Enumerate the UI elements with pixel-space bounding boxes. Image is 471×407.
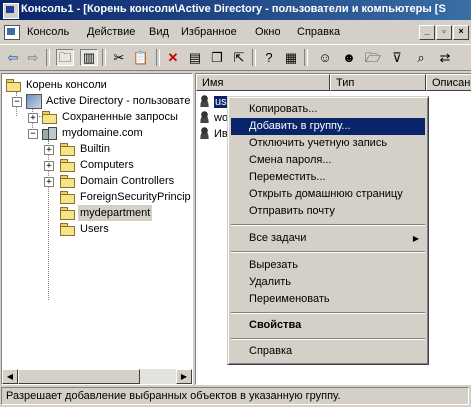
scroll-thumb[interactable] <box>18 369 140 384</box>
copy-icon[interactable]: ❐ <box>208 49 226 66</box>
console-tree-icon[interactable]: ▦ <box>282 49 300 66</box>
expand-icon[interactable]: + <box>28 113 38 123</box>
list-item[interactable]: Ив <box>198 126 228 142</box>
folder-icon <box>60 143 75 156</box>
ou-folder-icon <box>60 175 75 188</box>
scroll-left-icon[interactable]: ◀ <box>2 369 18 384</box>
menu-item-open-home-page[interactable]: Открыть домашнюю страницу <box>231 186 425 203</box>
menu-item-send-mail[interactable]: Отправить почту <box>231 203 425 220</box>
close-button[interactable]: × <box>453 25 469 40</box>
folder-icon <box>60 159 75 172</box>
submenu-arrow-icon: ▶ <box>412 234 419 243</box>
new-ou-icon[interactable]: 🗁 <box>364 49 382 66</box>
menu-item-rename[interactable]: Переименовать <box>231 291 425 308</box>
menu-window[interactable]: Окно <box>252 24 284 40</box>
column-header-description[interactable]: Описан <box>426 74 471 91</box>
list-item[interactable]: us <box>198 94 228 110</box>
restore-button[interactable]: ▫ <box>436 25 452 40</box>
minimize-button[interactable]: _ <box>419 25 435 40</box>
menu-console[interactable]: Консоль <box>24 24 72 40</box>
menu-separator <box>231 338 425 340</box>
context-menu: Копировать... Добавить в группу... Отклю… <box>227 96 429 365</box>
paste-icon[interactable]: 📋 <box>132 49 150 66</box>
cut-icon[interactable]: ✂ <box>110 49 128 66</box>
filter-icon[interactable]: ⊽ <box>388 49 406 66</box>
find-icon[interactable]: ⌕ <box>412 49 430 66</box>
folder-icon <box>60 223 75 236</box>
expand-icon[interactable]: + <box>44 177 54 187</box>
new-group-icon[interactable]: ☻ <box>340 49 358 66</box>
menu-item-disable-account[interactable]: Отключить учетную запись <box>231 135 425 152</box>
new-user-icon[interactable]: ☺ <box>316 49 334 66</box>
console-tree[interactable]: Корень консоли − Active Directory - поль… <box>1 73 193 385</box>
tree-horizontal-scrollbar[interactable]: ◀ ▶ <box>2 369 192 384</box>
title-bar[interactable]: Консоль1 - [Корень консоли\Active Direct… <box>0 0 471 20</box>
menu-item-move[interactable]: Переместить... <box>231 169 425 186</box>
menu-favorites[interactable]: Избранное <box>178 24 240 40</box>
collapse-icon[interactable]: − <box>12 97 22 107</box>
up-folder-icon[interactable]: 🗀 <box>56 49 74 66</box>
list-item[interactable]: wo <box>198 110 228 126</box>
status-bar: Разрешает добавление выбранных объектов … <box>1 387 469 405</box>
folder-icon <box>42 111 57 124</box>
user-icon <box>198 110 211 123</box>
menu-action[interactable]: Действие <box>84 24 138 40</box>
menu-item-cut[interactable]: Вырезать <box>231 257 425 274</box>
properties-icon[interactable]: ▤ <box>186 49 204 66</box>
menu-item-delete[interactable]: Удалить <box>231 274 425 291</box>
window-title: Консоль1 - [Корень консоли\Active Direct… <box>21 3 446 15</box>
user-icon <box>198 94 211 107</box>
collapse-icon[interactable]: − <box>28 129 38 139</box>
menu-view[interactable]: Вид <box>146 24 172 40</box>
help-icon[interactable]: ? <box>260 49 278 66</box>
menu-item-properties[interactable]: Свойства <box>231 317 425 334</box>
console-system-menu-icon[interactable] <box>4 25 20 40</box>
folder-icon <box>60 191 75 204</box>
menu-item-add-to-group[interactable]: Добавить в группу... <box>231 118 425 135</box>
column-header-type[interactable]: Тип <box>330 74 426 91</box>
delete-icon[interactable]: ✕ <box>164 49 182 66</box>
menu-bar: Консоль Действие Вид Избранное Окно Спра… <box>0 22 471 42</box>
window-buttons: _ ▫ × <box>418 25 469 40</box>
toolbar: ⇦ ⇨ 🗀 ▥ ✂ 📋 ✕ ▤ ❐ ⇱ ? ▦ ☺ ☻ 🗁 ⊽ ⌕ ⇄ <box>0 44 471 71</box>
column-header-name[interactable]: Имя <box>196 74 330 91</box>
move-icon[interactable]: ⇄ <box>436 49 454 66</box>
menu-item-all-tasks-label: Все задачи <box>249 232 307 244</box>
menu-item-all-tasks[interactable]: Все задачи ▶ <box>231 230 425 247</box>
expand-icon[interactable]: + <box>44 161 54 171</box>
ou-folder-icon <box>60 207 75 220</box>
folder-icon <box>6 79 21 92</box>
mmc-app-icon <box>3 3 19 19</box>
user-icon <box>198 126 211 139</box>
menu-separator <box>231 251 425 253</box>
forward-arrow-icon[interactable]: ⇨ <box>24 49 42 66</box>
scroll-right-icon[interactable]: ▶ <box>176 369 192 384</box>
menu-item-copy[interactable]: Копировать... <box>231 101 425 118</box>
menu-item-help[interactable]: Справка <box>231 343 425 360</box>
menu-item-reset-password[interactable]: Смена пароля... <box>231 152 425 169</box>
menu-separator <box>231 312 425 314</box>
active-directory-icon <box>26 94 42 109</box>
export-icon[interactable]: ⇱ <box>230 49 248 66</box>
menu-separator <box>231 224 425 226</box>
back-arrow-icon[interactable]: ⇦ <box>4 49 22 66</box>
domain-icon <box>42 127 57 140</box>
show-tree-icon[interactable]: ▥ <box>80 49 98 66</box>
expand-icon[interactable]: + <box>44 145 54 155</box>
menu-help[interactable]: Справка <box>294 24 343 40</box>
